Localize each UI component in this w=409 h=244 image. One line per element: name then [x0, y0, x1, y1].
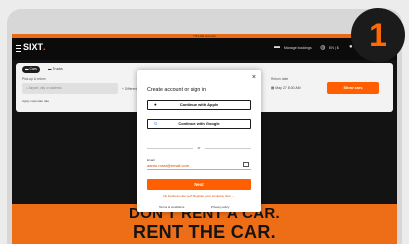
sixt-logo[interactable]: SIXT. [23, 42, 46, 52]
pickup-location-input[interactable]: ⌕ Airport, city or address [22, 83, 118, 94]
car-icon: ▬ [274, 44, 280, 50]
close-icon[interactable]: × [252, 74, 256, 81]
continue-with-google-button[interactable]: G Continue with Google [147, 119, 251, 129]
return-date-label: Return date [271, 77, 289, 81]
email-underline [147, 169, 251, 170]
hero-headline-2: RENT THE CAR. [133, 222, 276, 242]
apple-button-label: Continue with Apple [179, 102, 219, 107]
apple-icon: ● [154, 102, 157, 107]
tab-cars-label: Cars [29, 67, 37, 71]
return-date-field[interactable]: ▦ May 27 8:30 AM [271, 83, 323, 94]
corporate-rate-link[interactable]: Apply corporate rate [22, 99, 49, 103]
continue-with-apple-button[interactable]: ● Continue with Apple [147, 100, 251, 110]
region-selector[interactable]: EN | $ [329, 46, 339, 50]
email-label: Email [147, 158, 155, 162]
or-label: or [197, 146, 201, 150]
tab-trucks[interactable]: ▬ Trucks [45, 66, 66, 73]
globe-icon[interactable]: ◍ [320, 44, 325, 51]
top-navigation: SIXT. ▬ Manage bookings ◍ EN | $ ● [12, 38, 397, 60]
tab-cars[interactable]: ▬ Cars [22, 66, 40, 73]
device-frame: 7:51 AM sixt.com SIXT. ▬ Manage bookings… [7, 9, 402, 244]
pickup-label: Pick-up & return [22, 77, 46, 81]
google-button-label: Continue with Google [178, 121, 220, 126]
or-divider: or [147, 146, 251, 150]
logo-text: SIXT [23, 42, 44, 52]
sign-in-modal: × Create account or sign in ● Continue w… [137, 70, 261, 212]
browser-screen: 7:51 AM sixt.com SIXT. ▬ Manage bookings… [12, 34, 397, 244]
register-company-link[interactable]: No business rate yet? Register your comp… [137, 194, 261, 198]
email-field[interactable]: aaron.rossi@email.com [147, 163, 189, 168]
privacy-link[interactable]: Privacy policy [211, 205, 229, 209]
return-date-value: May 27 8:30 AM [275, 86, 301, 90]
next-button[interactable]: Next [147, 179, 251, 190]
menu-icon[interactable] [16, 45, 21, 54]
tab-trucks-label: Trucks [52, 67, 63, 71]
manage-bookings-link[interactable]: Manage bookings [284, 46, 312, 50]
logo-dot: . [43, 42, 46, 52]
show-cars-button[interactable]: Show cars [327, 82, 379, 94]
contact-card-icon[interactable] [243, 162, 249, 167]
terms-link[interactable]: Terms & conditions [159, 205, 184, 209]
pickup-placeholder: Airport, city or address [28, 86, 62, 90]
modal-title: Create account or sign in [147, 87, 206, 93]
google-icon: G [154, 121, 158, 126]
step-badge: 1 [351, 8, 405, 62]
